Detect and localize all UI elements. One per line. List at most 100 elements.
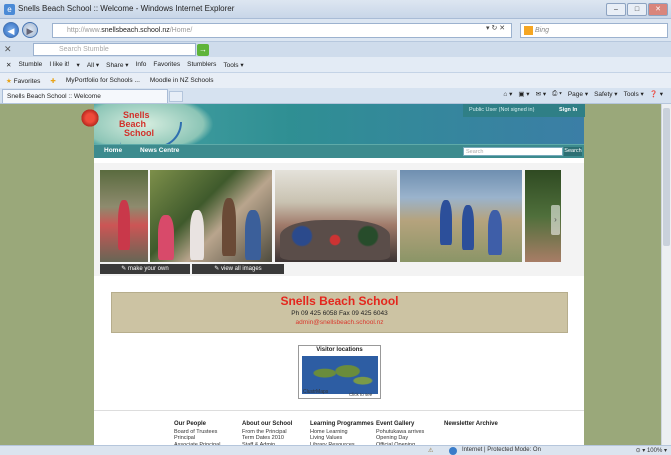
gallery-photo[interactable] (100, 170, 148, 262)
favorites-toolbar-button[interactable]: Favorites (153, 61, 180, 68)
logo-text-line3: School (124, 128, 155, 138)
stumble-search-input[interactable]: Search Stumble (33, 43, 196, 56)
school-phone: Ph 09 425 6058 Fax 09 425 6043 (291, 310, 388, 317)
stumble-go-button[interactable]: → (197, 44, 209, 56)
url-path: /Home/ (169, 27, 193, 34)
nav-news-centre[interactable]: News Centre (140, 147, 179, 154)
tab-active[interactable]: Snells Beach School :: Welcome (2, 89, 168, 103)
login-bar: Public User (Not signed in) Sign In (463, 104, 585, 117)
close-button[interactable]: ✕ (648, 3, 668, 16)
home-button[interactable]: ⌂ ▾ (503, 90, 512, 98)
photo-figure (462, 205, 474, 250)
info-button[interactable]: Info (136, 61, 147, 68)
photo-crowd (280, 220, 390, 260)
help-menu[interactable]: ❓ ▾ (650, 90, 663, 98)
bing-placeholder: Bing (535, 27, 550, 34)
zoom-level[interactable]: ⊙ ▾ 100% ▾ (636, 447, 667, 454)
forward-button[interactable]: ▶ (22, 22, 38, 38)
photo-figure (440, 200, 452, 245)
photo-figure (488, 210, 502, 255)
star-icon: ★ (6, 77, 12, 85)
photo-figure (158, 215, 174, 260)
nav-home[interactable]: Home (104, 147, 122, 154)
scroll-thumb[interactable] (663, 108, 670, 246)
stumble-button[interactable]: Stumble (18, 61, 42, 68)
minimize-button[interactable]: – (606, 3, 626, 16)
site-search-input[interactable]: Search (463, 147, 563, 156)
footer-heading[interactable]: About our School (242, 421, 292, 428)
fav-link-moodle[interactable]: Moodle in NZ Schools (150, 77, 214, 84)
stumblers-button[interactable]: Stumblers (187, 61, 216, 68)
favorites-label: Favorites (13, 77, 41, 85)
status-bar: ⚠ Internet | Protected Mode: On ⊙ ▾ 100%… (0, 445, 671, 455)
footer-heading[interactable]: Event Gallery (376, 421, 424, 428)
footer-heading[interactable]: Newsletter Archive (444, 421, 498, 428)
footer-column: Event Gallery Pohutukawa arrives Opening… (376, 421, 424, 448)
tools-menu[interactable]: Tools ▾ (624, 90, 644, 98)
share-dropdown[interactable]: Share ▾ (106, 61, 128, 69)
command-bar: ⌂ ▾ ▣ ▾ ✉ ▾ ⎙ ▾ Page ▾ Safety ▾ Tools ▾ … (503, 90, 663, 98)
make-your-own-button[interactable]: ✎ make your own (100, 264, 190, 274)
gallery-photo[interactable] (150, 170, 272, 262)
footer-column: Our People Board of Trustees Principal A… (174, 421, 220, 448)
footer-column: Newsletter Archive (444, 421, 498, 429)
footer-column: Learning Programmes Home Learning Living… (310, 421, 374, 448)
view-all-images-button[interactable]: ✎ view all images (192, 264, 284, 274)
url-prefix: http://www. (67, 27, 102, 34)
school-name: Snells Beach School (280, 294, 399, 308)
gallery-photo[interactable] (275, 170, 397, 262)
stumble-toolbar: ✕ Search Stumble → (0, 41, 671, 57)
back-button[interactable]: ◀ (3, 22, 19, 38)
footer-column: About our School From the Principal Term… (242, 421, 292, 448)
window-titlebar: e Snells Beach School :: Welcome - Windo… (0, 0, 671, 19)
school-logo[interactable]: Snells Beach School (80, 108, 184, 148)
site-search-button[interactable]: Search (564, 147, 582, 156)
click-to-see-label: Click to see (349, 392, 373, 397)
url-domain: snellsbeach.school.nz (101, 27, 170, 34)
new-tab-button[interactable] (169, 91, 183, 102)
security-zone[interactable]: Internet | Protected Mode: On (462, 447, 541, 453)
page-menu[interactable]: Page ▾ (568, 90, 588, 98)
dislike-dropdown[interactable]: ▾ (77, 61, 80, 69)
photo-figure (245, 210, 261, 260)
print-button[interactable]: ⎙ ▾ (552, 90, 562, 98)
stumbleupon-toolbar: ✕ Stumble I like it! ▾ All ▾ Share ▾ Inf… (0, 57, 671, 73)
visitor-map-widget[interactable]: Visitor locations ClustrMaps Click to se… (298, 345, 381, 399)
mail-button[interactable]: ✉ ▾ (536, 90, 547, 98)
footer-heading[interactable]: Learning Programmes (310, 421, 374, 428)
toolbar-close[interactable]: ✕ (6, 61, 11, 69)
login-status: Public User (Not signed in) (469, 107, 535, 113)
window-title: Snells Beach School :: Welcome - Windows… (18, 4, 235, 13)
ie-logo-icon: e (4, 4, 15, 15)
school-info-box: Snells Beach School Ph 09 425 6058 Fax 0… (111, 292, 568, 333)
address-controls[interactable]: ▾ ↻ ✕ (486, 24, 505, 32)
school-email-link[interactable]: admin@snellsbeach.school.nz (112, 319, 567, 326)
photo-figure (118, 200, 130, 250)
safety-menu[interactable]: Safety ▾ (594, 90, 618, 98)
vertical-scrollbar[interactable] (661, 104, 671, 445)
address-field[interactable]: http://www.snellsbeach.school.nz/Home/ (52, 23, 512, 38)
favorites-bar: ★ Favorites ✚ MyPortfolio for Schools ..… (0, 73, 671, 88)
window-controls: – □ ✕ (606, 3, 668, 16)
pohutukawa-flower-icon (80, 108, 100, 128)
warning-icon: ⚠ (428, 448, 434, 454)
all-dropdown[interactable]: All ▾ (87, 61, 99, 69)
fav-link-myportfolio[interactable]: MyPortfolio for Schools ... (66, 77, 140, 84)
like-button[interactable]: I like it! (49, 61, 69, 68)
sign-in-link[interactable]: Sign In (559, 104, 577, 117)
gallery-next-arrow[interactable]: › (551, 205, 560, 235)
feeds-button[interactable]: ▣ ▾ (518, 90, 529, 98)
globe-icon (449, 447, 457, 455)
footer-heading[interactable]: Our People (174, 421, 220, 428)
maximize-button[interactable]: □ (627, 3, 647, 16)
photo-figure (222, 198, 236, 256)
gallery-photo[interactable] (400, 170, 522, 262)
add-favorite-icon[interactable]: ✚ (50, 77, 55, 85)
bing-icon (524, 26, 533, 35)
clustrmaps-label: ClustrMaps (303, 389, 329, 395)
photo-figure (190, 210, 204, 260)
favorites-button[interactable]: ★ Favorites (6, 77, 40, 85)
tools-dropdown[interactable]: Tools ▾ (223, 61, 243, 69)
stumble-close-button[interactable]: ✕ (4, 44, 12, 55)
bing-search-input[interactable]: Bing (520, 23, 668, 38)
